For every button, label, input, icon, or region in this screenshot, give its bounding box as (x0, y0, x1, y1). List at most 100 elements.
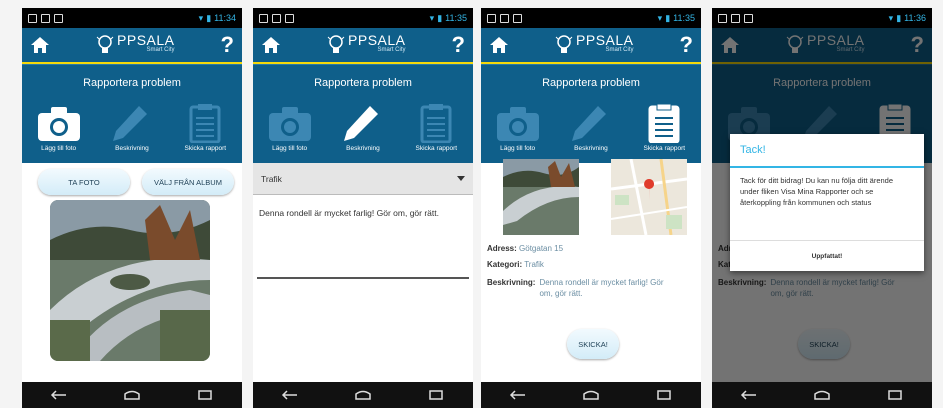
category-label: Kategori: (487, 260, 523, 269)
wifi-icon: ▾ (657, 12, 663, 23)
recents-icon[interactable] (427, 389, 445, 401)
step-description[interactable]: Beskrivning (559, 103, 623, 152)
wifi-icon: ▾ (429, 12, 435, 23)
step-photo-label: Lägg till foto (272, 145, 308, 152)
notification-icon (28, 13, 37, 23)
notification-icon (513, 13, 522, 23)
category-row: Kategori: Trafik (487, 259, 544, 270)
address-label: Adress: (487, 244, 517, 253)
lightbulb-icon (555, 35, 573, 53)
status-time: 11:35 (445, 13, 467, 23)
input-underline (257, 277, 469, 279)
help-button[interactable]: ? (221, 34, 234, 56)
step-indicator: Lägg till foto Beskrivning Skicka rappor… (253, 101, 473, 163)
step-photo[interactable]: Lägg till foto (258, 103, 322, 152)
home-nav-icon[interactable] (123, 389, 141, 401)
location-map[interactable] (611, 159, 687, 235)
home-nav-icon[interactable] (813, 389, 831, 401)
logo-subtitle: Smart City (146, 47, 175, 53)
notification-icon (731, 13, 740, 23)
recents-icon[interactable] (655, 389, 673, 401)
pencil-icon (571, 106, 606, 141)
home-nav-icon[interactable] (354, 389, 372, 401)
status-bar: ▾ ▮ 11:34 (22, 8, 242, 28)
pencil-icon (112, 106, 147, 141)
wifi-icon: ▾ (198, 12, 204, 23)
back-icon[interactable] (509, 389, 527, 401)
clipboard-icon (420, 104, 452, 143)
page-title: Rapportera problem (481, 64, 701, 101)
category-select-value: Trafik (261, 173, 282, 184)
category-select[interactable]: Trafik (253, 163, 473, 195)
recents-icon[interactable] (196, 389, 214, 401)
page-title: Rapportera problem (22, 64, 242, 101)
home-icon[interactable] (489, 36, 509, 54)
back-icon[interactable] (740, 389, 758, 401)
system-nav-bar (712, 382, 932, 408)
step-send-label: Skicka rapport (643, 145, 686, 152)
step-description-label: Beskrivning (346, 145, 380, 152)
status-time: 11:36 (904, 13, 926, 23)
logo-subtitle: Smart City (377, 47, 406, 53)
step-send[interactable]: Skicka rapport (632, 103, 696, 152)
pencil-icon (343, 106, 378, 141)
step-send-label: Skicka rapport (415, 145, 458, 152)
home-nav-icon[interactable] (582, 389, 600, 401)
home-icon[interactable] (261, 36, 281, 54)
notification-icon (744, 13, 753, 23)
status-time: 11:35 (673, 13, 695, 23)
lightbulb-icon (327, 35, 345, 53)
screen-add-photo: ▾ ▮ 11:34 PPSALA Smart City ? Rapportera pr… (22, 8, 242, 408)
step-send[interactable]: Skicka rapport (404, 103, 468, 152)
thank-you-dialog: Tack! Tack för ditt bidrag! Du kan nu fö… (730, 134, 924, 271)
camera-icon (268, 107, 311, 141)
page-title: Rapportera problem (253, 64, 473, 101)
description-input[interactable]: Denna rondell är mycket farlig! Gör om, … (259, 207, 465, 219)
notification-icon (259, 13, 268, 23)
description-content: Trafik Denna rondell är mycket farlig! G… (253, 163, 473, 381)
notification-icon (487, 13, 496, 23)
screen-description: ▾ ▮ 11:35 PPSALA Smart City ? Rapportera pr… (253, 8, 473, 408)
step-send[interactable]: Skicka rapport (173, 103, 237, 152)
step-indicator: Lägg till foto Beskrivning Skicka rappor… (481, 101, 701, 163)
notification-icon (41, 13, 50, 23)
dialog-ok-button[interactable]: Uppfattat! (730, 240, 924, 271)
battery-icon: ▮ (896, 12, 902, 23)
system-nav-bar (481, 382, 701, 408)
step-indicator: Lägg till foto Beskrivning Skicka rappor… (22, 101, 242, 163)
choose-album-button[interactable]: VÄLJ FRÅN ALBUM (142, 169, 234, 195)
category-value: Trafik (524, 260, 544, 269)
wifi-icon: ▾ (888, 12, 894, 23)
help-button[interactable]: ? (680, 34, 693, 56)
notification-icon (500, 13, 509, 23)
app-logo: PPSALASmart City (555, 32, 634, 56)
step-photo[interactable]: Lägg till foto (27, 103, 91, 152)
step-description[interactable]: Beskrivning (100, 103, 164, 152)
logo-subtitle: Smart City (605, 47, 634, 53)
step-photo[interactable]: Lägg till foto (486, 103, 550, 152)
description-value: Denna rondell är mycket farlig! Gör om, … (539, 278, 664, 298)
help-button[interactable]: ? (452, 34, 465, 56)
step-description[interactable]: Beskrivning (331, 103, 395, 152)
back-icon[interactable] (281, 389, 299, 401)
dialog-message: Tack för ditt bidrag! Du kan nu följa di… (740, 176, 894, 207)
battery-icon: ▮ (665, 12, 671, 23)
address-value: Götgatan 15 (519, 244, 564, 253)
status-bar: ▾ ▮ 11:36 (712, 8, 932, 28)
summary-content: Adress: Götgatan 15 Kategori: Trafik Bes… (481, 159, 701, 381)
step-description-label: Beskrivning (574, 145, 608, 152)
screen-thank-you: ▾▮11:36 PPSALASmart City ? Rapportera pr… (712, 8, 932, 408)
logo-title: PPSALA (576, 32, 634, 48)
recents-icon[interactable] (886, 389, 904, 401)
notification-icon (54, 13, 63, 23)
dialog-title: Tack! (730, 134, 924, 168)
home-icon[interactable] (30, 36, 50, 54)
app-bar: PPSALASmart City ? (22, 28, 242, 64)
send-button[interactable]: SKICKA! (567, 329, 619, 359)
step-photo-label: Lägg till foto (500, 145, 536, 152)
step-photo-label: Lägg till foto (41, 145, 77, 152)
back-icon[interactable] (50, 389, 68, 401)
take-photo-button[interactable]: TA FOTO (38, 169, 130, 195)
app-logo: PPSALASmart City (96, 33, 175, 56)
app-bar: PPSALASmart City ? (481, 28, 701, 64)
